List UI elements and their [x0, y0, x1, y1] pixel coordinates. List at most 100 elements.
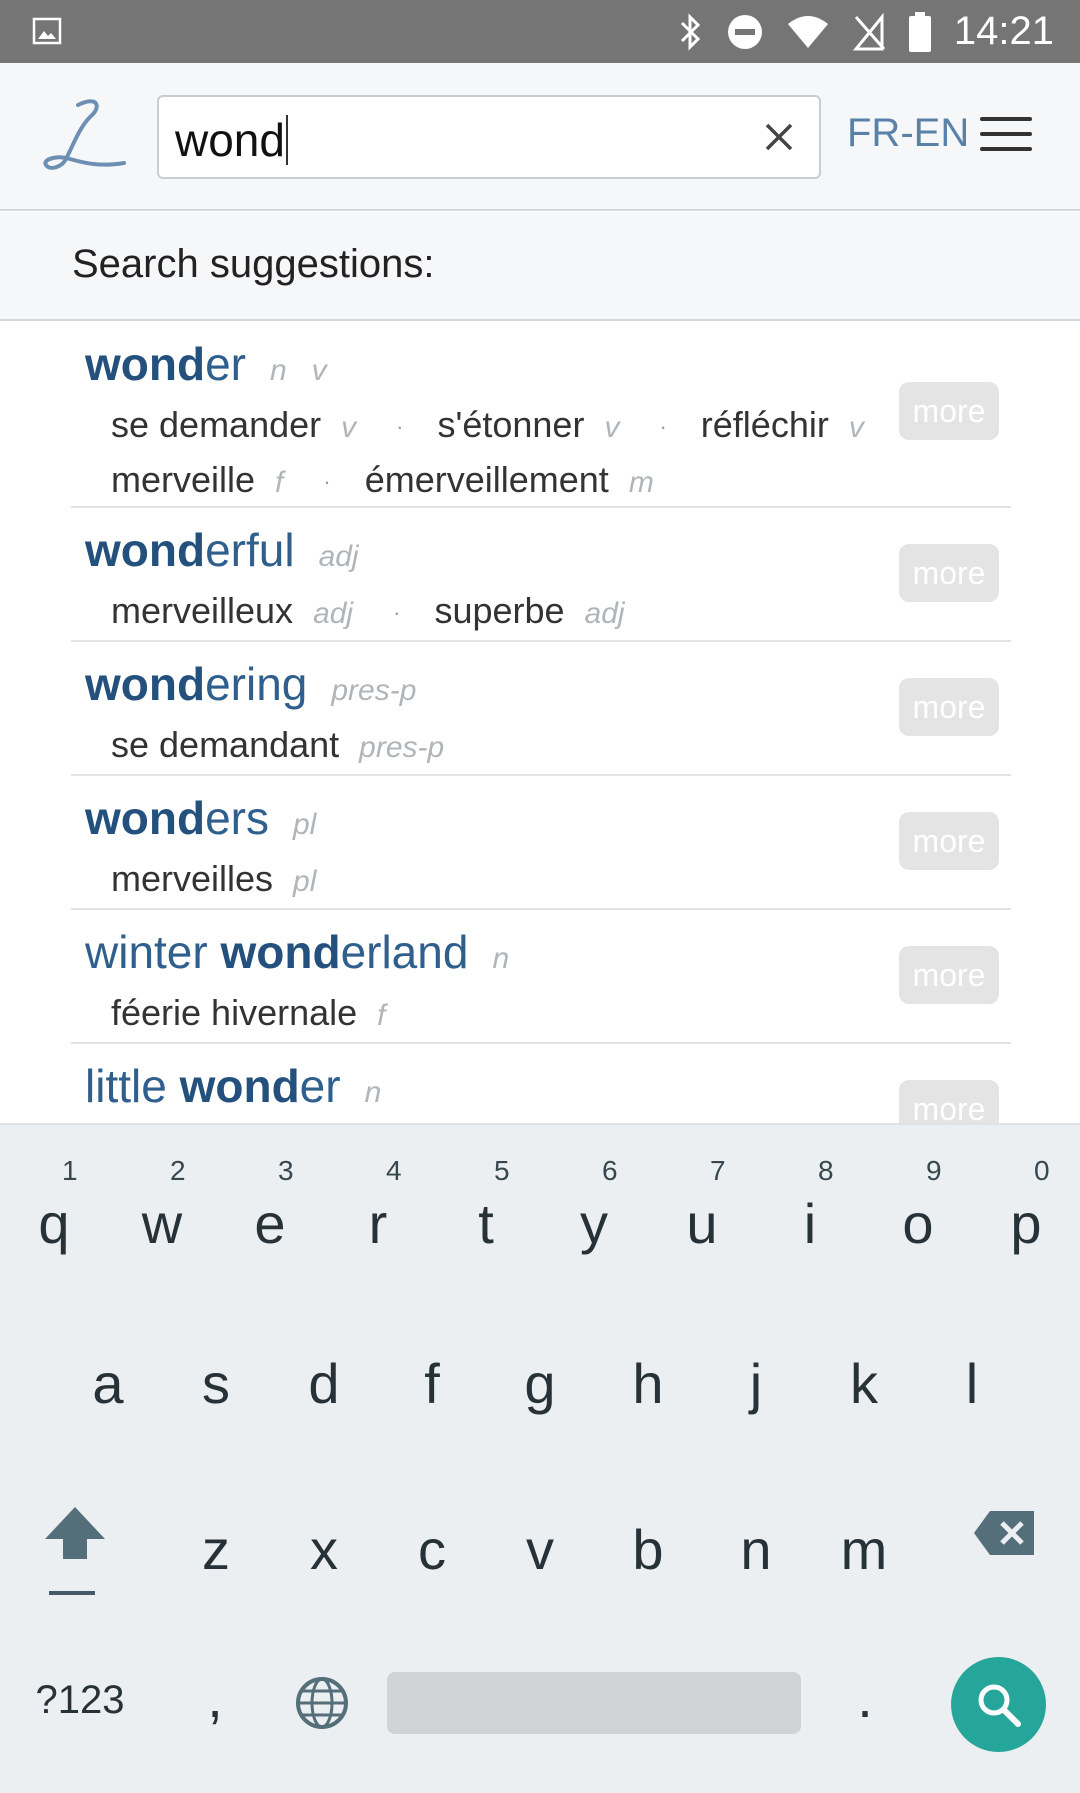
suggestion-headword[interactable]: little wonder n — [85, 1058, 1011, 1121]
language-pair-selector[interactable]: FR-EN — [847, 111, 969, 156]
suggestion-entry[interactable]: wonder n v se demander v · s'étonner v · réfléch… — [71, 322, 1011, 508]
key-label: c — [418, 1518, 446, 1581]
translation-pos: v — [848, 411, 864, 444]
translation-pos: f — [377, 999, 386, 1032]
key-label: b — [632, 1518, 664, 1581]
letter-key[interactable]: k — [824, 1351, 904, 1441]
headword-prefix: winter — [85, 926, 221, 978]
letter-key[interactable]: y6 — [554, 1155, 634, 1281]
letter-key[interactable]: f — [392, 1351, 472, 1441]
key-label: f — [424, 1352, 440, 1415]
suggestion-headword[interactable]: wonder n v — [85, 336, 1011, 399]
image-icon — [32, 16, 62, 46]
more-button[interactable]: more — [899, 1080, 999, 1123]
key-label: t — [478, 1192, 494, 1255]
suggestion-entry[interactable]: wondering pres-p se demandant pres-p more — [71, 642, 1011, 776]
key-label: w — [141, 1192, 183, 1255]
letter-key[interactable]: o9 — [878, 1155, 958, 1281]
letter-key[interactable]: b — [608, 1517, 688, 1607]
suggestion-headword[interactable]: wondering pres-p — [85, 656, 1011, 719]
search-icon — [978, 1684, 1021, 1727]
part-of-speech: pres-p — [331, 674, 417, 707]
letter-key[interactable]: h — [608, 1351, 688, 1441]
shift-key[interactable] — [40, 1505, 110, 1565]
symbols-key[interactable]: ?123 — [30, 1678, 130, 1723]
suggestion-entry[interactable]: winter wonderland n féerie hivernale f more — [71, 910, 1011, 1044]
headword-suffix: erland — [340, 926, 469, 978]
letter-key[interactable]: a — [68, 1351, 148, 1441]
letter-key[interactable]: c — [392, 1517, 472, 1607]
letter-key[interactable]: q1 — [14, 1155, 94, 1281]
key-number-hint: 1 — [62, 1155, 78, 1186]
suggestion-entry[interactable]: wonderful adj merveilleux adj · superbe adj mor… — [71, 508, 1011, 642]
letter-key[interactable]: s — [176, 1351, 256, 1441]
translation-pos: v — [341, 411, 357, 444]
backspace-icon — [974, 1511, 1034, 1555]
translation-pos: adj — [313, 597, 354, 630]
suggestion-entry[interactable]: wonders pl merveilles pl more — [71, 776, 1011, 910]
translation-word[interactable]: merveille — [111, 459, 255, 500]
letter-key[interactable]: z — [176, 1517, 256, 1607]
letter-key[interactable]: w2 — [122, 1155, 202, 1281]
letter-key[interactable]: x — [284, 1517, 364, 1607]
letter-key[interactable]: j — [716, 1351, 796, 1441]
key-label: i — [803, 1192, 817, 1255]
key-number-hint: 9 — [926, 1155, 942, 1186]
letter-key[interactable]: p0 — [986, 1155, 1066, 1281]
letter-key[interactable]: n — [716, 1517, 796, 1607]
suggestion-entry[interactable]: little wonder n more — [71, 1044, 1011, 1123]
more-button[interactable]: more — [899, 946, 999, 1004]
key-label: g — [524, 1352, 556, 1415]
translation-line: merveilles pl — [85, 853, 1011, 908]
suggestion-headword[interactable]: winter wonderland n — [85, 924, 1011, 987]
headword-match: wond — [85, 792, 206, 844]
letter-key[interactable]: d — [284, 1351, 364, 1441]
keyboard-search-button[interactable] — [951, 1657, 1046, 1752]
translation-word[interactable]: réfléchir — [701, 404, 829, 445]
comma-key[interactable]: , — [200, 1665, 230, 1730]
more-button[interactable]: more — [899, 382, 999, 440]
hamburger-menu-icon[interactable] — [980, 117, 1032, 157]
key-label: p — [1010, 1192, 1042, 1255]
suggestion-headword[interactable]: wonderful adj — [85, 522, 1011, 585]
headword-suffix: ers — [205, 792, 269, 844]
translation-word[interactable]: se demandant — [111, 724, 339, 765]
suggestions-heading: Search suggestions: — [72, 242, 435, 286]
period-key[interactable]: . — [850, 1665, 880, 1730]
translation-word[interactable]: émerveillement — [365, 459, 609, 500]
suggestion-headword[interactable]: wonders pl — [85, 790, 1011, 853]
backspace-key[interactable] — [970, 1509, 1040, 1559]
key-number-hint: 8 — [818, 1155, 834, 1186]
key-label: q — [38, 1192, 70, 1255]
more-button[interactable]: more — [899, 544, 999, 602]
key-label: v — [526, 1518, 554, 1581]
translation-word[interactable]: merveilleux — [111, 590, 293, 631]
headword-prefix: little — [85, 1060, 180, 1112]
letter-key[interactable]: l — [932, 1351, 1012, 1441]
translation-word[interactable]: s'étonner — [437, 404, 584, 445]
letter-key[interactable]: r4 — [338, 1155, 418, 1281]
more-button[interactable]: more — [899, 678, 999, 736]
letter-key[interactable]: t5 — [446, 1155, 526, 1281]
translation-word[interactable]: féerie hivernale — [111, 992, 357, 1033]
more-button[interactable]: more — [899, 812, 999, 870]
translation-word[interactable]: merveilles — [111, 858, 273, 899]
logo-icon[interactable] — [40, 93, 130, 183]
translation-word[interactable]: se demander — [111, 404, 321, 445]
letter-key[interactable]: g — [500, 1351, 580, 1441]
letter-key[interactable]: i8 — [770, 1155, 850, 1281]
search-input[interactable]: wond — [157, 95, 821, 179]
bluetooth-icon — [678, 12, 704, 51]
translation-word[interactable]: superbe — [434, 590, 564, 631]
space-key[interactable] — [387, 1672, 801, 1734]
translation-line: merveilleux adj · superbe adj — [85, 585, 1011, 640]
key-label: n — [740, 1518, 772, 1581]
letter-key[interactable]: e3 — [230, 1155, 310, 1281]
letter-key[interactable]: u7 — [662, 1155, 742, 1281]
letter-key[interactable]: m — [824, 1517, 904, 1607]
globe-key[interactable] — [294, 1675, 350, 1731]
headword-match: wond — [85, 338, 206, 390]
letter-key[interactable]: v — [500, 1517, 580, 1607]
headword-match: wond — [220, 926, 341, 978]
clear-search-button[interactable] — [759, 117, 799, 157]
